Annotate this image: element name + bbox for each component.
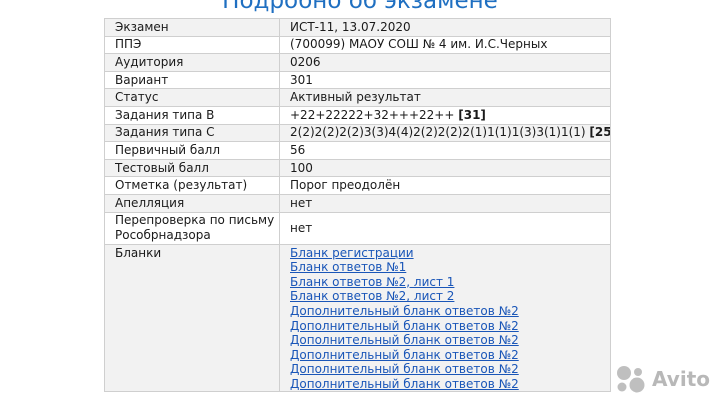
row-value: Порог преодолён	[279, 176, 611, 195]
table-row-primary-score: Первичный балл 56	[104, 141, 611, 160]
blank-link-answers-1[interactable]: Бланк ответов №1	[290, 260, 606, 275]
avito-watermark: Avito	[614, 364, 710, 394]
page-title: Подробно об экзамене	[222, 0, 498, 14]
table-row-auditorium: Аудитория 0206	[104, 53, 611, 72]
table-row-tasks-b: Задания типа B +22+22222+32+++22++ [31]	[104, 105, 611, 125]
row-label: Первичный балл	[104, 141, 280, 160]
row-value: 56	[279, 141, 611, 160]
table-row-appeal: Апелляция нет	[104, 193, 611, 213]
row-value: (700099) МАОУ СОШ № 4 им. И.С.Черных	[279, 35, 611, 55]
row-value: Активный результат	[279, 88, 611, 107]
row-label: ППЭ	[104, 35, 280, 55]
row-value: 0206	[279, 53, 611, 72]
row-label: Перепроверка по письму Рособрнадзора	[104, 211, 280, 245]
table-row-ppe: ППЭ (700099) МАОУ СОШ № 4 им. И.С.Черных	[104, 35, 611, 55]
avito-logo-icon	[614, 364, 648, 394]
row-value: нет	[279, 193, 611, 213]
row-label: Аудитория	[104, 53, 280, 72]
row-label: Статус	[104, 88, 280, 107]
table-row-mark: Отметка (результат) Порог преодолён	[104, 176, 611, 195]
row-value: 301	[279, 70, 611, 90]
blanks-links-cell: Бланк регистрации Бланк ответов №1 Бланк…	[279, 243, 611, 393]
row-label: Апелляция	[104, 193, 280, 213]
table-row-status: Статус Активный результат	[104, 88, 611, 107]
row-value: нет	[279, 211, 611, 245]
table-row-exam: Экзамен ИСТ-11, 13.07.2020	[104, 18, 611, 37]
blank-link-additional-4[interactable]: Дополнительный бланк ответов №2	[290, 348, 606, 363]
blank-link-additional-3[interactable]: Дополнительный бланк ответов №2	[290, 333, 606, 348]
tasks-c-answers: 2(2)2(2)2(2)3(3)4(4)2(2)2(2)2(1)1(1)1(3)…	[290, 125, 586, 140]
row-label: Бланки	[104, 243, 280, 393]
table-row-recheck: Перепроверка по письму Рособрнадзора нет	[104, 211, 611, 245]
tasks-b-score: [31]	[458, 107, 486, 122]
table-row-test-score: Тестовый балл 100	[104, 158, 611, 178]
row-value: 2(2)2(2)2(2)3(3)4(4)2(2)2(2)2(1)1(1)1(3)…	[279, 123, 611, 143]
row-value: 100	[279, 158, 611, 178]
blank-link-additional-2[interactable]: Дополнительный бланк ответов №2	[290, 319, 606, 334]
blank-link-answers-2-sheet-2[interactable]: Бланк ответов №2, лист 2	[290, 289, 606, 304]
row-label: Тестовый балл	[104, 158, 280, 178]
blank-link-additional-5[interactable]: Дополнительный бланк ответов №2	[290, 362, 606, 377]
exam-details-table: Экзамен ИСТ-11, 13.07.2020 ППЭ (700099) …	[104, 18, 611, 393]
blank-link-additional-1[interactable]: Дополнительный бланк ответов №2	[290, 304, 606, 319]
tasks-c-score: [25]	[589, 125, 609, 140]
row-value: ИСТ-11, 13.07.2020	[279, 18, 611, 37]
blank-link-additional-6[interactable]: Дополнительный бланк ответов №2	[290, 377, 606, 391]
table-row-tasks-c: Задания типа C 2(2)2(2)2(2)3(3)4(4)2(2)2…	[104, 123, 611, 143]
row-label: Вариант	[104, 70, 280, 90]
blank-link-registration[interactable]: Бланк регистрации	[290, 246, 606, 261]
watermark-text: Avito	[652, 367, 710, 391]
row-label: Экзамен	[104, 18, 280, 37]
row-label: Задания типа B	[104, 105, 280, 125]
blank-link-answers-2-sheet-1[interactable]: Бланк ответов №2, лист 1	[290, 275, 606, 290]
tasks-b-answers: +22+22222+32+++22++	[290, 107, 455, 122]
table-row-variant: Вариант 301	[104, 70, 611, 90]
table-row-blanks: Бланки Бланк регистрации Бланк ответов №…	[104, 243, 611, 393]
row-value: +22+22222+32+++22++ [31]	[279, 105, 611, 125]
row-label: Отметка (результат)	[104, 176, 280, 195]
row-label: Задания типа C	[104, 123, 280, 143]
